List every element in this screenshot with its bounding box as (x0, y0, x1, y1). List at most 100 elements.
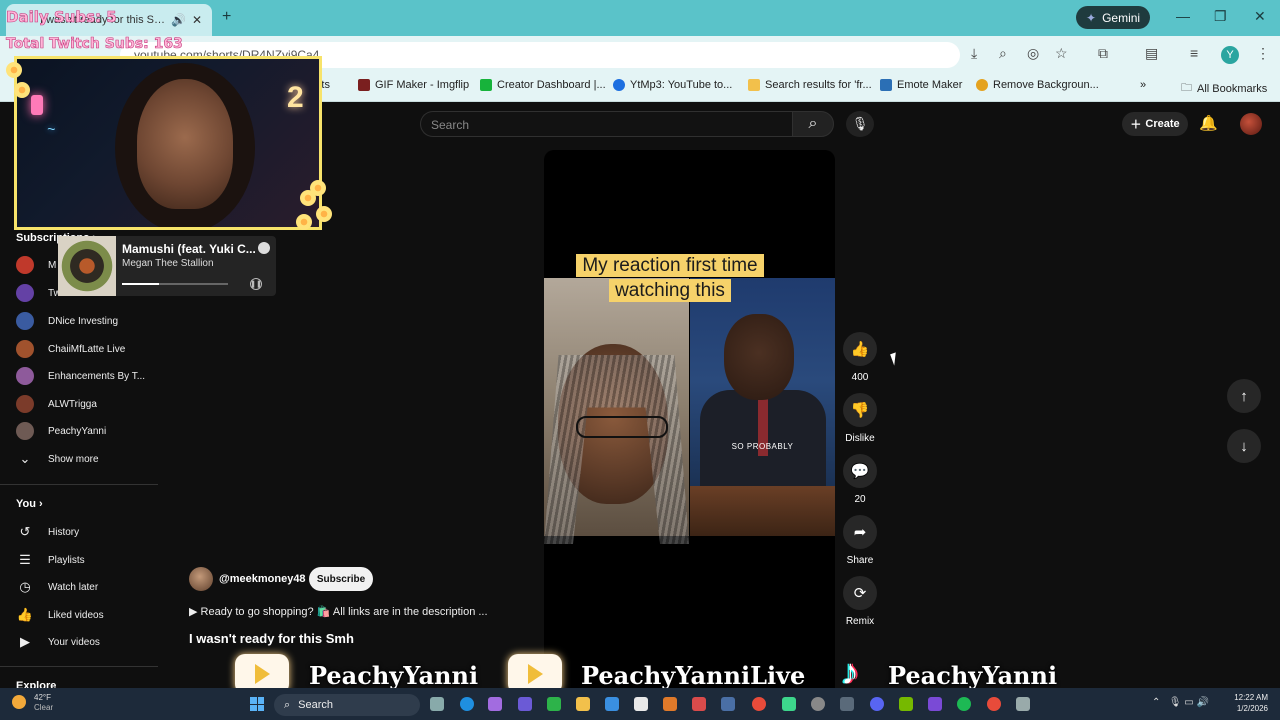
channel-avatar (16, 422, 34, 440)
app-icon[interactable] (928, 697, 942, 711)
sidebar-subscription[interactable]: ChaiiMfLatte Live (16, 336, 158, 362)
gemini-button[interactable]: ✦ Gemini (1076, 6, 1151, 29)
show-more-button[interactable]: ⌄ Show more (16, 446, 158, 472)
settings-icon[interactable] (1016, 697, 1030, 711)
bookmark-item[interactable]: Emote Maker (880, 79, 962, 91)
glasses (576, 416, 668, 438)
sidebar-item-watch-later[interactable]: ◷ Watch later (16, 574, 158, 600)
folder-icon (748, 79, 760, 91)
dislike-button[interactable]: 👎 Dislike (842, 393, 878, 444)
chevron-up-icon: ⌃ (1152, 697, 1161, 708)
search-button[interactable]: ⌕ (792, 111, 834, 137)
app-icon[interactable] (663, 697, 677, 711)
previous-short-button[interactable]: ↑ (1227, 379, 1261, 413)
channel-avatar (16, 340, 34, 358)
sidebar-item-your-videos[interactable]: ▶ Your videos (16, 629, 158, 655)
install-app-icon[interactable]: ⤓ (971, 45, 977, 62)
notifications-bell-icon[interactable]: 🔔 (1199, 114, 1218, 132)
bookmark-label: Emote Maker (897, 79, 963, 91)
edge-icon[interactable] (460, 697, 474, 711)
sidebar-subscription[interactable]: ALWTrigga (16, 391, 158, 417)
channel-name: ChaiiMfLatte Live (48, 343, 126, 355)
profile-avatar[interactable]: Y (1221, 46, 1239, 64)
store-icon[interactable] (605, 697, 619, 711)
app-icon[interactable] (692, 697, 706, 711)
short-video-player[interactable]: SO PROBABLY (544, 150, 835, 688)
bookmark-star-icon[interactable]: ☆ (1055, 45, 1068, 62)
eye-off-icon[interactable]: ◎ (1027, 45, 1039, 62)
imgflip-icon (358, 79, 370, 91)
more-bookmarks-icon[interactable]: » (1140, 79, 1146, 91)
chrome-icon[interactable] (752, 697, 766, 711)
teams-icon[interactable] (518, 697, 532, 711)
speaker-icon[interactable]: 🔊 (171, 13, 186, 27)
app-icon[interactable] (840, 697, 854, 711)
close-tab-icon[interactable]: ✕ (192, 13, 202, 27)
restore-icon[interactable]: ❐ (1214, 8, 1227, 25)
menu-icon[interactable]: ⋮ (1256, 45, 1270, 62)
steam-icon[interactable] (721, 697, 735, 711)
remove-bg-icon (976, 79, 988, 91)
sidebar-subscription[interactable]: Enhancements By T... (16, 363, 158, 389)
remix-icon: ⟳ (843, 576, 877, 610)
bookmark-item[interactable]: Creator Dashboard |... (480, 79, 606, 91)
chrome-icon[interactable] (987, 697, 1001, 711)
neon-sign: ~ (47, 121, 56, 137)
file-explorer-icon[interactable] (576, 697, 590, 711)
subscribe-button[interactable]: Subscribe (309, 567, 373, 591)
bookmark-item[interactable]: Search results for 'fr... (748, 79, 872, 91)
sidebar-item-label: Liked videos (48, 609, 104, 621)
zoom-icon[interactable]: ⌕ (999, 45, 1007, 62)
discord-icon[interactable] (870, 697, 884, 711)
close-window-icon[interactable]: ✕ (1254, 8, 1266, 25)
extensions-icon[interactable]: ⧉ (1098, 45, 1108, 62)
bookmark-item[interactable]: GIF Maker - Imgflip (358, 79, 469, 91)
windows-start-icon[interactable] (250, 697, 264, 711)
album-art (58, 236, 116, 296)
app-icon[interactable] (782, 697, 796, 711)
sidebar-subscription[interactable]: DNice Investing (16, 308, 158, 334)
taskbar-clock[interactable]: 12:22 AM 1/2/2026 (1232, 692, 1268, 714)
sidebar-item-playlists[interactable]: ☰ Playlists (16, 547, 158, 573)
account-avatar[interactable] (1240, 113, 1262, 135)
create-button[interactable]: ＋ Create (1122, 112, 1188, 136)
bookmark-label: Remove Backgroun... (993, 79, 1099, 91)
minimize-icon[interactable]: — (1176, 8, 1190, 24)
next-short-button[interactable]: ↓ (1227, 429, 1261, 463)
search-input[interactable]: Search (420, 111, 792, 137)
obs-icon[interactable] (811, 697, 825, 711)
social-handle: PeachyYanni (309, 661, 479, 690)
task-view-icon[interactable] (430, 697, 444, 711)
share-button[interactable]: ➦ Share (842, 515, 878, 566)
tab-search-icon[interactable]: ▤ (1145, 45, 1158, 62)
copilot-icon[interactable] (488, 697, 502, 711)
notepad-icon[interactable] (634, 697, 648, 711)
like-button[interactable]: 👍 400 (842, 332, 878, 383)
song-progress-bar (122, 283, 228, 285)
new-tab-icon[interactable]: + (222, 8, 231, 26)
media-controls-icon[interactable]: ≡ (1190, 45, 1198, 61)
nvidia-icon[interactable] (899, 697, 913, 711)
voice-search-button[interactable]: 🎙 (846, 111, 874, 137)
system-tray[interactable]: ⌃ 🎙 ▭ 🔊 (1152, 697, 1209, 708)
comments-button[interactable]: 💬 20 (842, 454, 878, 505)
you-header[interactable]: You › (16, 498, 43, 510)
reaction-clip-right: SO PROBABLY (690, 278, 835, 536)
microphone-icon: 🎙 (1168, 697, 1182, 708)
channel-handle[interactable]: @meekmoney48 (219, 573, 306, 585)
xbox-icon[interactable] (547, 697, 561, 711)
sidebar-item-liked-videos[interactable]: 👍 Liked videos (16, 602, 158, 628)
all-bookmarks-button[interactable]: 🗀 All Bookmarks (1181, 79, 1267, 98)
bookmark-item[interactable]: Remove Backgroun... (976, 79, 1099, 91)
taskbar-search[interactable]: ⌕ Search (274, 694, 420, 716)
spotify-icon[interactable] (957, 697, 971, 711)
pause-icon: ❚❚ (250, 278, 262, 290)
playlists-icon: ☰ (19, 552, 31, 567)
sidebar-subscription[interactable]: PeachyYanni (16, 418, 158, 444)
bookmark-label: YtMp3: YouTube to... (630, 79, 733, 91)
channel-avatar[interactable] (189, 567, 213, 591)
sidebar-item-history[interactable]: ↺ History (16, 519, 158, 545)
remix-button[interactable]: ⟳ Remix (842, 576, 878, 627)
bookmark-item[interactable]: YtMp3: YouTube to... (613, 79, 732, 91)
video-description[interactable]: ▶ Ready to go shopping? 🛍️ All links are… (189, 605, 488, 618)
